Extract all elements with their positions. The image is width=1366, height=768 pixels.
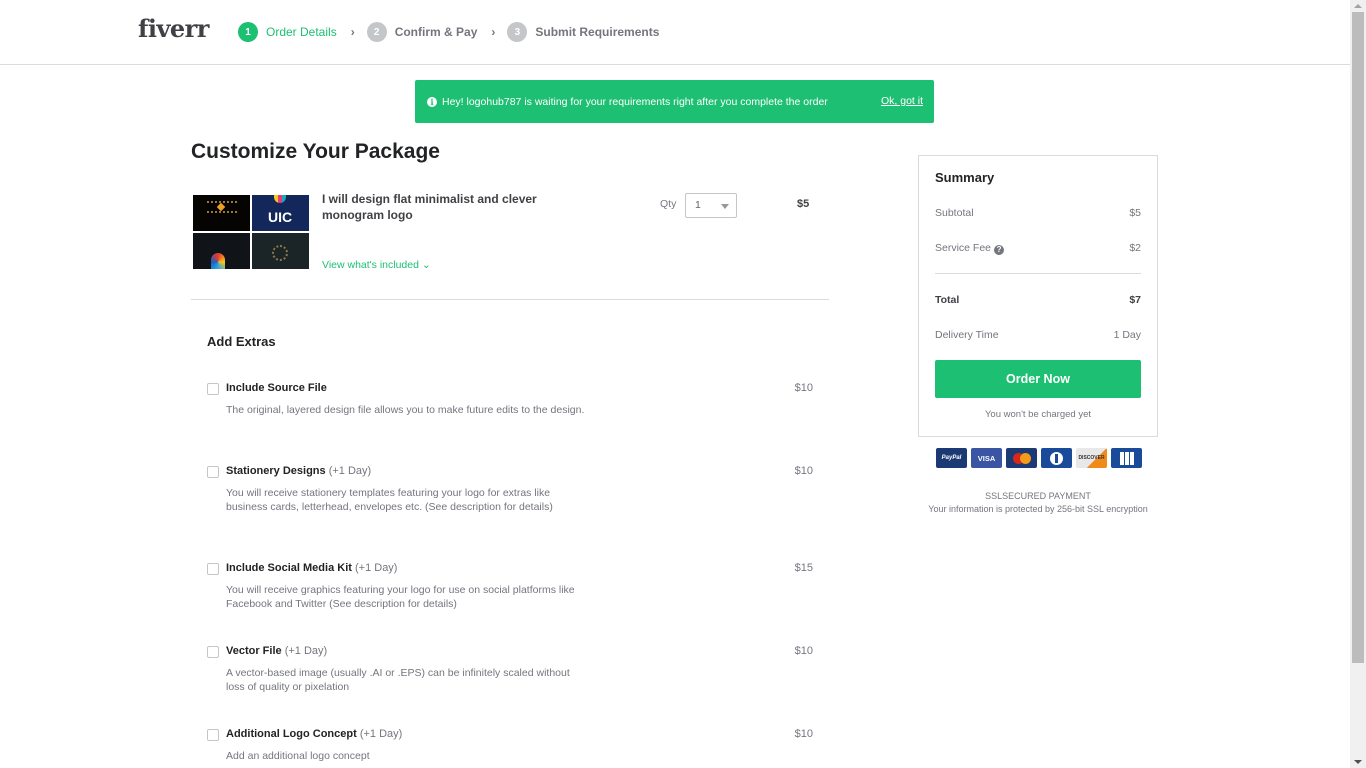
gig-price: $5 <box>797 198 810 210</box>
paypal-icon: PayPal <box>936 448 967 468</box>
thumbnail-image <box>193 195 250 231</box>
payment-methods: PayPal VISA DISCOVER <box>936 448 1142 468</box>
subtotal-label: Subtotal <box>935 207 974 219</box>
extra-description: You will receive graphics featuring your… <box>226 584 575 610</box>
divider <box>935 273 1141 274</box>
extra-name: Include Source File <box>226 382 327 394</box>
qty-label: Qty <box>660 198 677 210</box>
info-icon: i <box>427 96 437 107</box>
help-icon[interactable]: ? <box>994 244 1005 255</box>
extra-checkbox[interactable] <box>207 563 219 575</box>
service-fee-label: Service Fee <box>935 242 992 254</box>
header: fiverr 1 Order Details › 2 Confirm & Pay… <box>0 0 1350 65</box>
step-submit-requirements: 3 Submit Requirements <box>507 22 659 42</box>
mastercard-icon <box>1006 448 1037 468</box>
extra-description: A vector-based image (usually .AI or .EP… <box>226 667 570 693</box>
extra-checkbox[interactable] <box>207 383 219 395</box>
service-fee-value: $2 <box>1129 242 1141 254</box>
extra-days: (+1 Day) <box>354 562 398 574</box>
step-label: Order Details <box>266 25 337 39</box>
subtotal-row: Subtotal $5 <box>935 207 1141 219</box>
service-fee-row: Service Fee? $2 <box>935 242 1141 255</box>
quantity-select[interactable]: 1 <box>685 193 737 218</box>
order-summary: Summary Subtotal $5 Service Fee? $2 Tota… <box>918 155 1158 437</box>
thumbnail-image: UIC <box>252 195 309 231</box>
extra-name: Include Social Media Kit (+1 Day) <box>226 562 398 574</box>
delivery-time-value: 1 Day <box>1113 329 1141 341</box>
step-order-details[interactable]: 1 Order Details <box>238 22 337 42</box>
extra-checkbox[interactable] <box>207 466 219 478</box>
thumbnail-image <box>252 233 309 269</box>
gig-title: I will design flat minimalist and clever… <box>322 192 537 222</box>
page-title: Customize Your Package <box>191 140 440 163</box>
scroll-down-arrow-icon[interactable] <box>1354 760 1362 764</box>
step-number: 1 <box>238 22 258 42</box>
extra-days: (+1 Day) <box>359 728 403 740</box>
extra-description: You will receive stationery templates fe… <box>226 487 553 513</box>
extra-price: $10 <box>794 645 813 657</box>
extra-description: Add an additional logo concept <box>226 750 370 762</box>
step-label: Confirm & Pay <box>394 25 478 39</box>
vertical-scrollbar[interactable] <box>1350 0 1366 768</box>
scroll-up-arrow-icon[interactable] <box>1354 4 1362 8</box>
extra-checkbox[interactable] <box>207 729 219 741</box>
step-label: Submit Requirements <box>535 25 660 39</box>
extra-name: Vector File (+1 Day) <box>226 645 328 657</box>
delivery-time-row: Delivery Time 1 Day <box>935 329 1141 341</box>
extra-price: $10 <box>794 728 813 740</box>
total-label: Total <box>935 294 960 306</box>
view-included-link[interactable]: View what's included ⌄ <box>322 259 431 271</box>
extras-title: Add Extras <box>207 334 276 349</box>
chevron-right-icon: › <box>350 25 355 39</box>
quantity-value: 1 <box>695 199 701 211</box>
seller-waiting-banner: i Hey! logohub787 is waiting for your re… <box>415 80 934 123</box>
extra-name: Additional Logo Concept (+1 Day) <box>226 728 403 740</box>
extra-price: $10 <box>794 382 813 394</box>
extra-price: $10 <box>794 465 813 477</box>
visa-icon: VISA <box>971 448 1002 468</box>
caret-down-icon <box>721 204 729 209</box>
fiverr-logo[interactable]: fiverr <box>138 14 209 43</box>
extra-days: (+1 Day) <box>328 465 372 477</box>
dismiss-banner-link[interactable]: Ok, got it <box>881 95 923 107</box>
ssl-title: SSLSECURED PAYMENT <box>985 491 1091 501</box>
subtotal-value: $5 <box>1129 207 1141 219</box>
extra-price: $15 <box>794 562 813 574</box>
delivery-time-label: Delivery Time <box>935 329 999 341</box>
step-confirm-pay: 2 Confirm & Pay <box>366 22 478 42</box>
scroll-thumb[interactable] <box>1352 12 1364 663</box>
step-number: 3 <box>507 22 528 42</box>
banner-message: Hey! logohub787 is waiting for your requ… <box>442 95 828 108</box>
jcb-icon <box>1111 448 1142 468</box>
total-value: $7 <box>1129 294 1141 306</box>
diners-club-icon <box>1041 448 1072 468</box>
extra-description: The original, layered design file allows… <box>226 404 585 416</box>
step-number: 2 <box>366 22 387 42</box>
extra-checkbox[interactable] <box>207 646 219 658</box>
order-now-button[interactable]: Order Now <box>935 360 1141 398</box>
extra-name: Stationery Designs (+1 Day) <box>226 465 372 477</box>
ssl-subtitle: Your information is protected by 256-bit… <box>928 504 1148 514</box>
gig-thumbnail[interactable]: UIC <box>193 195 309 269</box>
total-row: Total $7 <box>935 294 1141 306</box>
thumbnail-image <box>193 233 250 269</box>
discover-icon: DISCOVER <box>1076 448 1107 468</box>
summary-title: Summary <box>935 170 995 185</box>
chevron-right-icon: › <box>491 25 496 39</box>
divider <box>191 299 829 300</box>
checkout-steps: 1 Order Details › 2 Confirm & Pay › 3 Su… <box>238 22 659 42</box>
checkout-page: fiverr 1 Order Details › 2 Confirm & Pay… <box>0 0 1350 768</box>
extra-days: (+1 Day) <box>284 645 328 657</box>
not-charged-note: You won't be charged yet <box>984 409 1092 420</box>
